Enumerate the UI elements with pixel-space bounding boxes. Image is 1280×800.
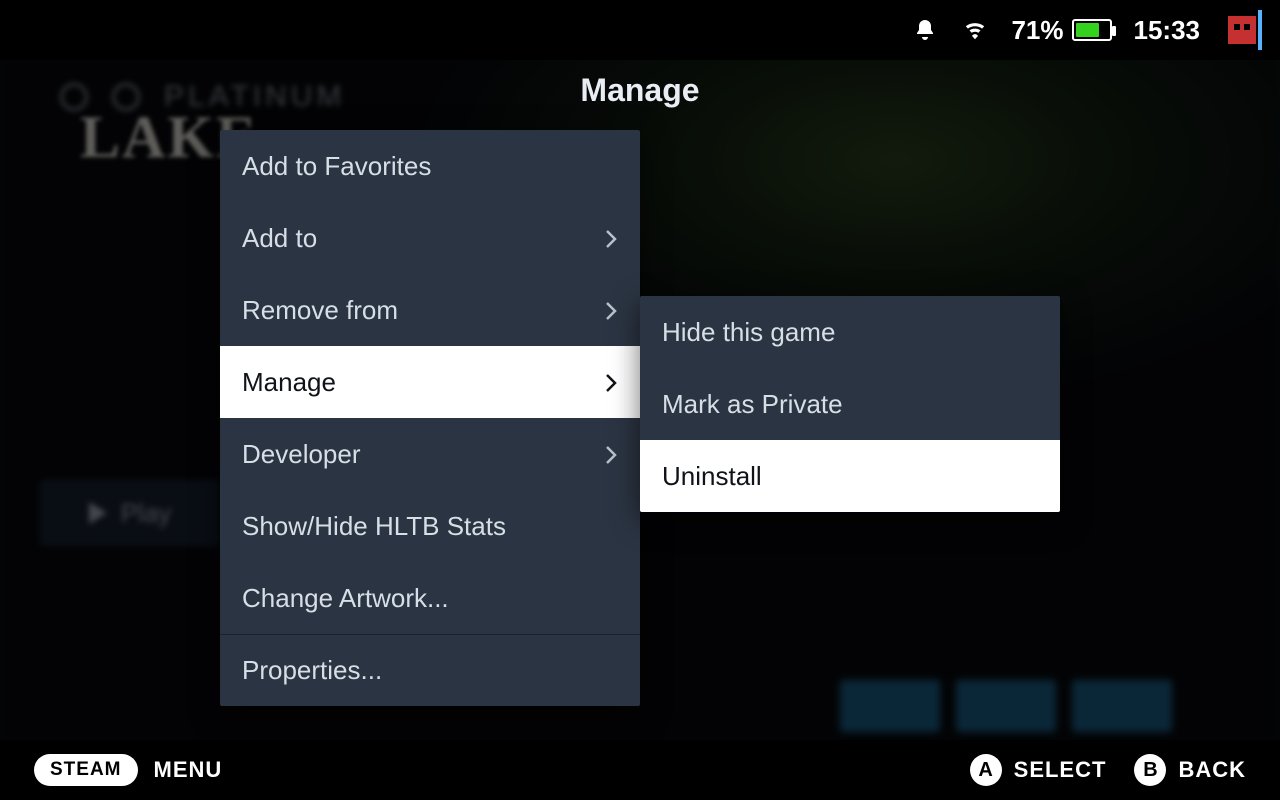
controller-footer: STEAM MENU A SELECT B BACK	[0, 740, 1280, 800]
submenu-item-label: Hide this game	[662, 317, 835, 348]
menu-item-add-to-favorites[interactable]: Add to Favorites	[220, 130, 640, 202]
menu-item-label: Change Artwork...	[242, 583, 618, 614]
wifi-icon[interactable]	[961, 16, 989, 44]
a-button-icon: A	[970, 754, 1002, 786]
battery-indicator: 71%	[1011, 15, 1111, 46]
hint-select-label: SELECT	[1014, 757, 1107, 783]
menu-item-change-artwork[interactable]: Change Artwork...	[220, 562, 640, 634]
menu-item-properties[interactable]: Properties...	[220, 634, 640, 706]
notifications-icon[interactable]	[911, 16, 939, 44]
hint-back[interactable]: B BACK	[1134, 754, 1246, 786]
menu-item-label: Add to	[242, 223, 604, 254]
menu-item-label: Manage	[242, 367, 604, 398]
status-bar: 71% 15:33	[0, 0, 1280, 60]
menu-item-label: Add to Favorites	[242, 151, 618, 182]
footer-menu-label: MENU	[154, 757, 223, 783]
menu-item-label: Developer	[242, 439, 604, 470]
submenu-item-uninstall[interactable]: Uninstall	[640, 440, 1060, 512]
submenu-item-mark-as-private[interactable]: Mark as Private	[640, 368, 1060, 440]
chevron-right-icon	[604, 371, 618, 395]
menu-item-label: Show/Hide HLTB Stats	[242, 511, 618, 542]
chevron-right-icon	[604, 299, 618, 323]
context-menu: Add to Favorites Add to Remove from Manage D…	[220, 130, 640, 706]
hint-back-label: BACK	[1178, 757, 1246, 783]
context-submenu: Hide this game Mark as Private Uninstall	[640, 296, 1060, 512]
menu-item-label: Properties...	[242, 655, 618, 686]
menu-item-show-hide-hltb-stats[interactable]: Show/Hide HLTB Stats	[220, 490, 640, 562]
menu-item-label: Remove from	[242, 295, 604, 326]
menu-item-manage[interactable]: Manage	[220, 346, 640, 418]
menu-item-add-to[interactable]: Add to	[220, 202, 640, 274]
battery-percent: 71%	[1011, 15, 1063, 46]
submenu-item-label: Mark as Private	[662, 389, 843, 420]
battery-icon	[1072, 19, 1112, 41]
steam-button[interactable]: STEAM	[34, 754, 138, 786]
chevron-right-icon	[604, 227, 618, 251]
clock: 15:33	[1134, 15, 1201, 46]
menu-item-remove-from[interactable]: Remove from	[220, 274, 640, 346]
avatar[interactable]	[1222, 10, 1262, 50]
menu-header-title: Manage	[0, 72, 1280, 109]
submenu-item-label: Uninstall	[662, 461, 762, 492]
battery-fill	[1076, 23, 1099, 37]
hint-select[interactable]: A SELECT	[970, 754, 1107, 786]
chevron-right-icon	[604, 443, 618, 467]
submenu-item-hide-this-game[interactable]: Hide this game	[640, 296, 1060, 368]
menu-item-developer[interactable]: Developer	[220, 418, 640, 490]
b-button-icon: B	[1134, 754, 1166, 786]
